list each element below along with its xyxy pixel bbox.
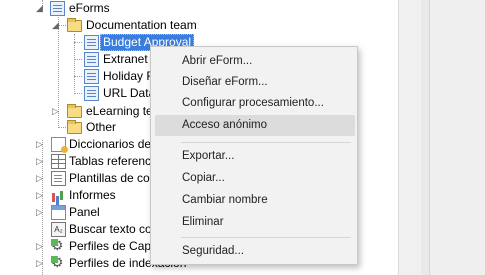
panel-icon	[51, 205, 66, 220]
menu-item-configurar-procesamiento[interactable]: Configurar procesamiento...	[155, 93, 355, 114]
eform-icon	[84, 69, 99, 84]
tree-item-label: Panel	[69, 205, 100, 219]
menu-item-copiar[interactable]: Copiar...	[155, 168, 355, 189]
collapse-icon[interactable]: ◢	[52, 21, 61, 30]
folder-icon	[67, 120, 82, 134]
tree-item-label: Other	[86, 120, 117, 134]
expand-icon[interactable]: ▷	[36, 259, 45, 268]
table-icon	[51, 154, 66, 169]
collapse-icon[interactable]: ◢	[36, 4, 45, 13]
expand-icon[interactable]: ▷	[36, 140, 45, 149]
tree-item-tablas[interactable]: ▷ Tablas referencia	[0, 153, 160, 170]
tree-item-extranet[interactable]: Extranet a	[0, 51, 160, 68]
eform-icon	[84, 35, 99, 50]
tree-item-informes[interactable]: ▷ Informes	[0, 187, 160, 204]
tree-item-label: URL Data	[103, 86, 156, 100]
folder-icon	[67, 18, 82, 32]
expand-icon[interactable]: ▷	[36, 242, 45, 251]
tree-item-buscar[interactable]: A₂ Buscar texto com	[0, 221, 162, 238]
tree-item-plantillas[interactable]: ▷ Plantillas de cons	[0, 170, 162, 187]
tree-item-elearning-team[interactable]: ▷ eLearning tea	[0, 103, 160, 120]
dictionary-icon	[51, 137, 68, 153]
menu-item-exportar[interactable]: Exportar...	[155, 146, 355, 167]
eform-icon	[84, 86, 99, 101]
tree-item-perfiles-captura[interactable]: ▷ Perfiles de Captur	[0, 237, 165, 255]
menu-item-abrir-eform[interactable]: Abrir eForm...	[155, 51, 355, 72]
capture-profile-icon	[51, 237, 66, 254]
tree-item-label: Informes	[69, 188, 116, 202]
tree-item-panel[interactable]: ▷ Panel	[0, 204, 160, 221]
right-pane	[421, 0, 485, 275]
expand-icon[interactable]: ▷	[52, 107, 61, 116]
tree-item-documentation-team[interactable]: ◢ Documentation team	[0, 17, 200, 34]
expand-icon[interactable]: ▷	[36, 174, 45, 183]
template-icon	[51, 171, 66, 186]
report-icon	[51, 188, 66, 203]
menu-separator	[181, 237, 351, 238]
context-menu: Abrir eForm... Diseñar eForm... Configur…	[150, 46, 358, 265]
tree-item-other[interactable]: Other	[0, 119, 160, 136]
tree-item-eforms[interactable]: ◢ eForms	[0, 0, 200, 17]
tree-item-label: Documentation team	[86, 18, 197, 32]
menu-separator	[181, 142, 351, 143]
menu-item-disenar-eform[interactable]: Diseñar eForm...	[155, 72, 355, 93]
tree-item-holiday[interactable]: Holiday Re	[0, 68, 162, 85]
eform-icon	[50, 1, 65, 16]
menu-item-seguridad[interactable]: Seguridad...	[155, 241, 355, 262]
tree-item-label: Tablas referencia	[69, 154, 161, 168]
text-search-icon: A₂	[51, 222, 66, 237]
expand-icon[interactable]: ▷	[36, 208, 45, 217]
menu-item-eliminar[interactable]: Eliminar	[155, 212, 355, 233]
tree-item-url-data[interactable]: URL Data	[0, 85, 160, 102]
menu-item-acceso-anonimo[interactable]: Acceso anónimo	[155, 115, 355, 136]
tree-item-diccionarios[interactable]: ▷ Diccionarios de p	[0, 136, 162, 153]
expand-icon[interactable]: ▷	[36, 191, 45, 200]
tree-item-label: Diccionarios de p	[69, 137, 162, 151]
tree-item-label: eForms	[69, 1, 110, 15]
right-pane-scrollbar[interactable]	[429, 0, 485, 275]
expand-icon[interactable]: ▷	[36, 157, 45, 166]
indexing-profile-icon	[51, 254, 66, 271]
folder-icon	[67, 104, 82, 118]
eform-icon	[84, 52, 99, 67]
menu-item-cambiar-nombre[interactable]: Cambiar nombre	[155, 190, 355, 211]
tree-scrollbar[interactable]	[398, 0, 422, 275]
